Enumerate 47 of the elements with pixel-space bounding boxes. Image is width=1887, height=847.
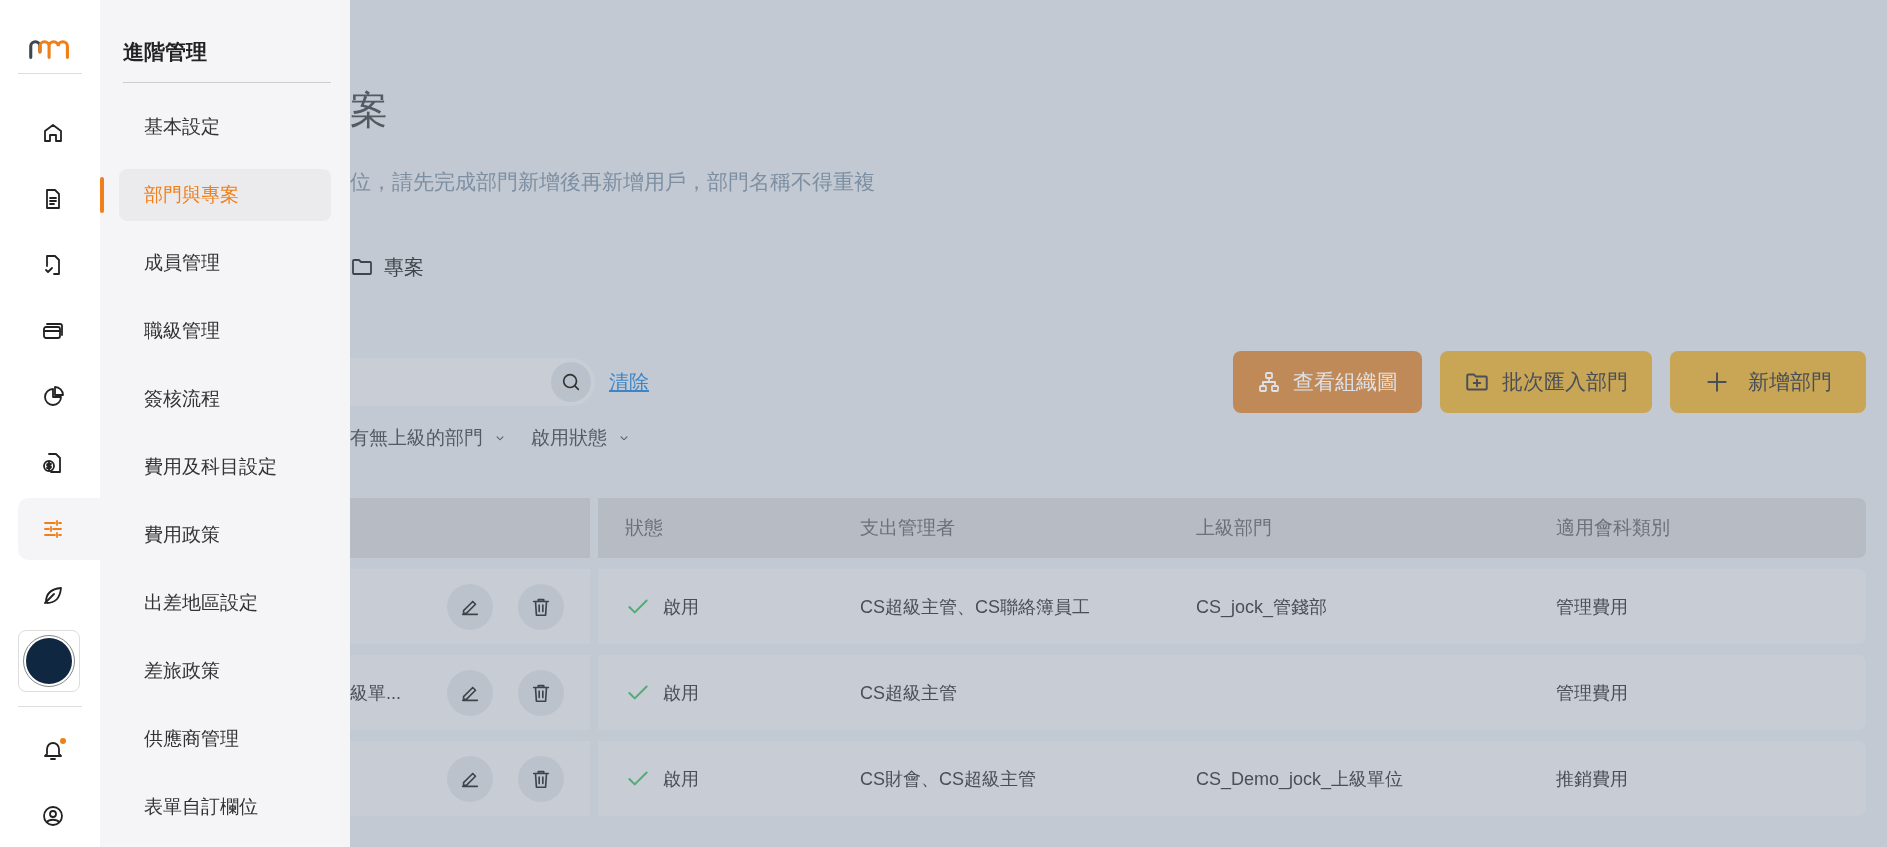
search-field[interactable] [350, 358, 595, 406]
menu-item[interactable]: 表單自訂欄位 [119, 781, 331, 833]
table-cell: CS財會、CS超級主管 [860, 768, 1036, 789]
filter-dropdown[interactable]: 啟用狀態 [531, 425, 631, 451]
table-cell: 管理費用 [1556, 596, 1628, 617]
table-cell: CS超級主管 [860, 682, 957, 703]
table-cell: CS超級主管、CS聯絡簿員工 [860, 596, 1090, 617]
add-button[interactable]: 新增部門 [1670, 351, 1866, 413]
table-cell: 推銷費用 [1556, 768, 1628, 789]
user-icon [41, 804, 65, 828]
table-cell: 管理費用 [1556, 682, 1628, 703]
delete-button[interactable] [518, 583, 564, 630]
search-icon [560, 371, 582, 393]
page-description: 位，請先完成部門新增後再新增用戶，部門名稱不得重複 [350, 169, 876, 195]
import-button[interactable]: 批次匯入部門 [1440, 351, 1652, 413]
table-cell-text: 級單... [350, 681, 402, 705]
menu-item[interactable]: 基本設定 [119, 101, 331, 153]
edit-button[interactable] [447, 669, 493, 716]
delete-button[interactable] [518, 669, 564, 716]
menu-item[interactable]: 費用政策 [119, 509, 331, 561]
table-cell-text: 啟用 [663, 767, 699, 791]
menu-item[interactable]: 差旅政策 [119, 645, 331, 697]
filter-dropdown[interactable]: 有無上級的部門 [350, 425, 507, 451]
company-avatar[interactable] [18, 630, 80, 693]
hierarchy-icon [1257, 370, 1281, 394]
menu-item[interactable]: 成員管理 [119, 237, 331, 289]
delete-button[interactable] [518, 755, 564, 802]
menu-item[interactable]: 職級管理 [119, 305, 331, 357]
search-button[interactable] [551, 362, 591, 402]
table-cell-text: 啟用 [663, 595, 699, 619]
projects-tab[interactable]: 專案 [350, 252, 424, 282]
column-header: 適用會科類別 [1556, 516, 1671, 540]
column-header: 支出管理者 [860, 516, 956, 540]
menu-item[interactable]: 費用及科目設定 [119, 441, 331, 493]
selection-indicator [100, 177, 104, 213]
column-header: 上級部門 [1196, 516, 1273, 540]
column-header: 狀態 [625, 516, 664, 540]
edit-button[interactable] [447, 583, 493, 630]
menu-item[interactable]: 出差地區設定 [119, 577, 331, 629]
table-cell: CS_Demo_jock_上級單位 [1196, 768, 1404, 789]
edit-button[interactable] [447, 755, 493, 802]
menu-title: 進階管理 [123, 39, 208, 65]
table-cell: CS_jock_管錢部 [1196, 596, 1328, 617]
table-cell-text: 啟用 [663, 681, 699, 705]
menu-item[interactable]: 供應商管理 [119, 713, 331, 765]
page-title: 案 [350, 88, 389, 132]
menu-item[interactable]: 簽核流程 [119, 373, 331, 425]
